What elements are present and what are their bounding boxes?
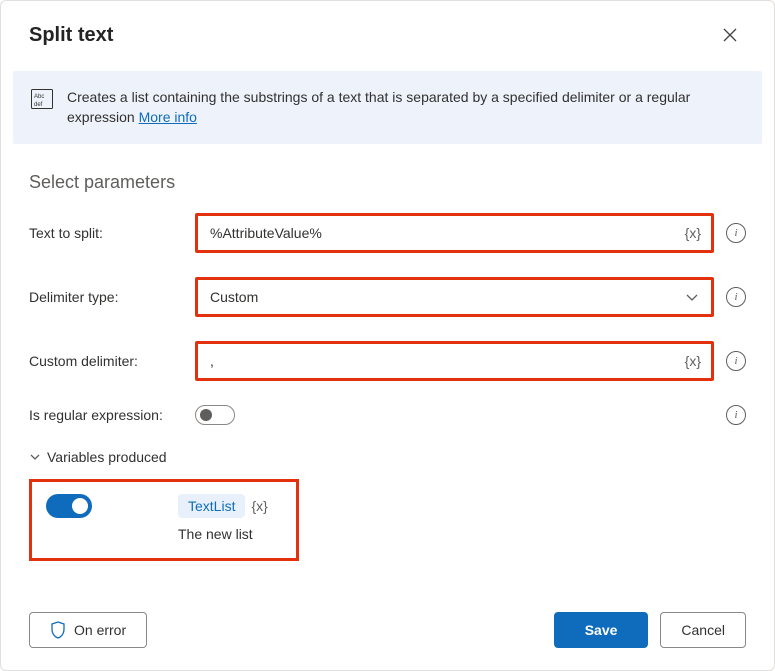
is-regex-toggle[interactable] xyxy=(195,405,235,425)
info-banner: Abc def Creates a list containing the su… xyxy=(13,71,762,144)
field-delimiter-type: Delimiter type: Custom i xyxy=(29,277,746,317)
field-text-to-split: Text to split: {x} i xyxy=(29,213,746,253)
dialog-title: Split text xyxy=(29,24,113,47)
select-wrap-delimiter-type[interactable]: Custom xyxy=(195,277,714,317)
svg-text:Abc: Abc xyxy=(34,94,44,100)
field-custom-delimiter: Custom delimiter: {x} i xyxy=(29,341,746,381)
label-custom-delimiter: Custom delimiter: xyxy=(29,353,183,369)
variables-produced-header[interactable]: Variables produced xyxy=(29,449,746,465)
variable-description: The new list xyxy=(178,526,268,542)
info-icon[interactable]: i xyxy=(726,223,746,243)
variable-picker-icon[interactable]: {x} xyxy=(685,225,701,241)
info-icon[interactable]: i xyxy=(726,351,746,371)
svg-text:def: def xyxy=(34,102,43,108)
text-to-split-input[interactable] xyxy=(198,216,711,250)
label-delimiter-type: Delimiter type: xyxy=(29,289,183,305)
variable-picker-icon[interactable]: {x} xyxy=(685,353,701,369)
dialog-body: Select parameters Text to split: {x} i D… xyxy=(1,144,774,593)
variable-enabled-toggle[interactable] xyxy=(46,494,92,518)
chevron-down-icon xyxy=(29,451,41,463)
input-wrap-text-to-split: {x} xyxy=(195,213,714,253)
save-button[interactable]: Save xyxy=(554,612,649,648)
info-icon[interactable]: i xyxy=(726,405,746,425)
section-heading: Select parameters xyxy=(29,172,746,193)
on-error-button[interactable]: On error xyxy=(29,612,147,648)
dialog-header: Split text xyxy=(1,1,774,59)
variable-chip-row: TextList {x} xyxy=(178,494,268,518)
variable-chip[interactable]: TextList xyxy=(178,494,245,518)
cancel-button[interactable]: Cancel xyxy=(660,612,746,648)
close-button[interactable] xyxy=(714,19,746,51)
info-icon[interactable]: i xyxy=(726,287,746,307)
delimiter-type-select[interactable]: Custom xyxy=(198,280,711,314)
on-error-label: On error xyxy=(74,622,126,638)
variables-produced-box: TextList {x} The new list xyxy=(29,479,299,561)
variable-picker-icon: {x} xyxy=(251,498,267,514)
toggle-wrap-is-regex xyxy=(195,405,714,425)
banner-text: Creates a list containing the substrings… xyxy=(67,87,744,128)
shield-icon xyxy=(50,621,66,639)
chevron-down-icon xyxy=(685,290,699,304)
abc-icon: Abc def xyxy=(31,89,53,109)
split-text-dialog: Split text Abc def Creates a list contai… xyxy=(0,0,775,671)
more-info-link[interactable]: More info xyxy=(139,109,197,125)
variables-produced-label: Variables produced xyxy=(47,449,167,465)
dialog-footer: On error Save Cancel xyxy=(1,593,774,670)
input-wrap-custom-delimiter: {x} xyxy=(195,341,714,381)
variable-info: TextList {x} The new list xyxy=(178,494,268,542)
label-text-to-split: Text to split: xyxy=(29,225,183,241)
label-is-regex: Is regular expression: xyxy=(29,407,183,423)
field-is-regex: Is regular expression: i xyxy=(29,405,746,425)
close-icon xyxy=(723,28,737,42)
custom-delimiter-input[interactable] xyxy=(198,344,711,378)
